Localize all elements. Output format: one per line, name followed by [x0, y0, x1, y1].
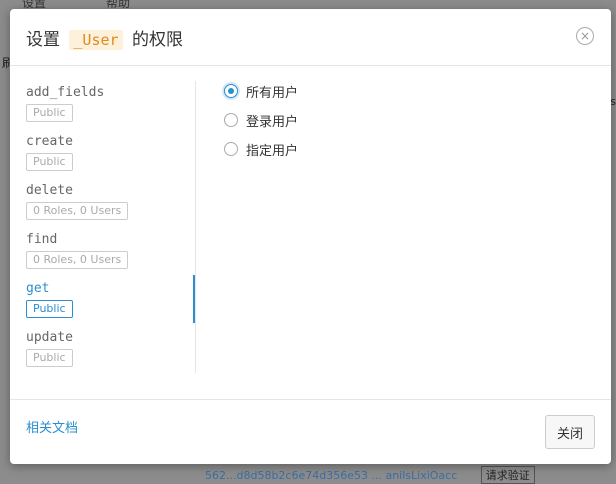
permission-badge: Public — [26, 153, 73, 171]
permission-item-add-fields[interactable]: add_fields Public — [26, 85, 194, 122]
permission-name: get — [26, 281, 50, 296]
dialog-title: 设置 _User 的权限 — [26, 25, 183, 50]
permission-list: add_fields Public create Public delete 0… — [10, 81, 196, 373]
permission-name: create — [26, 134, 73, 149]
docs-link[interactable]: 相关文档 — [26, 417, 78, 436]
close-icon[interactable]: × — [576, 27, 594, 45]
permission-badge: 0 Roles, 0 Users — [26, 251, 129, 269]
permission-item-get[interactable]: get Public — [26, 281, 194, 318]
permissions-dialog: 设置 _User 的权限 × add_fields Public create … — [10, 9, 611, 464]
option-label: 登录用户 — [246, 115, 299, 130]
bg-bottom-row: 562...d8d58b2c6e74d356e53 ... anilsLixiO… — [205, 466, 535, 484]
bg-right-fragment: s — [610, 95, 616, 108]
title-suffix: 的权限 — [131, 30, 183, 50]
option-label: 指定用户 — [246, 144, 299, 159]
permission-badge: Public — [26, 300, 73, 318]
permission-item-update[interactable]: update Public — [26, 330, 194, 367]
permission-name: find — [26, 232, 58, 247]
radio-button[interactable] — [224, 142, 238, 156]
permission-item-create[interactable]: create Public — [26, 134, 194, 171]
close-button[interactable]: 关闭 — [545, 415, 595, 449]
permission-item-find[interactable]: find 0 Roles, 0 Users — [26, 232, 194, 269]
dialog-header: 设置 _User 的权限 × — [10, 9, 611, 66]
permission-name: delete — [26, 183, 73, 198]
dialog-footer: 相关文档 关闭 — [10, 399, 611, 465]
permission-badge: 0 Roles, 0 Users — [26, 202, 129, 220]
bg-verify-button: 请求验证 — [480, 466, 535, 484]
radio-button[interactable] — [224, 113, 238, 127]
radio-button[interactable] — [224, 84, 238, 98]
permission-name: add_fields — [26, 85, 105, 100]
title-prefix: 设置 — [26, 30, 60, 50]
permission-badge: Public — [26, 104, 73, 122]
active-indicator — [193, 275, 195, 323]
bg-bottom-text: 562...d8d58b2c6e74d356e53 ... anilsLixiO… — [205, 469, 458, 482]
permission-badge: Public — [26, 349, 73, 367]
permission-item-delete[interactable]: delete 0 Roles, 0 Users — [26, 183, 194, 220]
option-label: 所有用户 — [246, 86, 299, 101]
title-class-name: _User — [69, 30, 123, 50]
permission-name: update — [26, 330, 73, 345]
